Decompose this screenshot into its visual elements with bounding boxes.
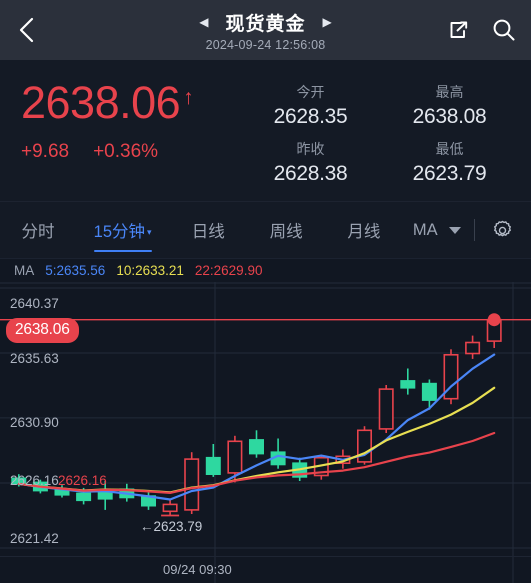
indicator-dropdown[interactable]: MA: [413, 221, 474, 240]
gear-icon: [494, 220, 512, 236]
app-header: ◀ 现货黄金 ▶ 2024-09-24 12:56:08: [0, 0, 531, 60]
gold-quote-screen: ◀ 现货黄金 ▶ 2024-09-24 12:56:08 2638.06 ↑ +…: [0, 0, 531, 583]
tab-15min-label: 15分钟: [93, 223, 145, 241]
candlestick-chart[interactable]: [0, 282, 531, 583]
tab-timeline[interactable]: 分时: [0, 202, 76, 258]
inline-price-marker: 2626.16: [58, 473, 107, 488]
tab-monthly[interactable]: 月线: [325, 202, 403, 258]
chevron-down-icon: ▾: [147, 226, 152, 237]
low-price-annotation: ←2623.79: [140, 519, 203, 534]
stat-value-high: 2638.08: [412, 105, 487, 128]
period-tabbar: 分时 15分钟 ▾ 日线 周线 月线 MA: [0, 201, 531, 258]
header-actions: [447, 0, 517, 60]
chevron-down-icon: [448, 226, 461, 234]
xaxis-divider: [0, 556, 531, 557]
stat-label-high: 最高: [435, 84, 464, 100]
stats-block: 今开 最高 2628.35 2638.08 昨收 最低 2628.38 2623…: [241, 82, 519, 195]
indicator-label: MA: [412, 220, 438, 239]
ma22-value: 22:2629.90: [194, 263, 263, 278]
back-button[interactable]: [16, 10, 50, 50]
chevron-left-icon: [19, 17, 34, 43]
tab-timeline-label: 分时: [21, 223, 55, 241]
ma-legend: MA 5:2635.56 10:2633.21 22:2629.90: [0, 258, 531, 282]
tab-monthly-label: 月线: [347, 223, 381, 241]
quote-panel: 2638.06 ↑ +9.68 +0.36% 今开 最高 2628.35 263…: [0, 60, 531, 201]
triangle-right-icon[interactable]: ▶: [323, 16, 332, 28]
price-block: 2638.06 ↑ +9.68 +0.36%: [21, 78, 194, 163]
ma10-value: 10:2633.21: [116, 263, 184, 278]
search-icon[interactable]: [491, 17, 517, 43]
change-percent: +0.36%: [93, 141, 159, 162]
tab-weekly[interactable]: 周线: [247, 202, 325, 258]
ma5-value: 5:2635.56: [45, 263, 106, 278]
tab-daily[interactable]: 日线: [169, 202, 247, 258]
active-tab-underline: [93, 249, 152, 252]
last-price-row: 2638.06 ↑: [21, 78, 194, 128]
stat-value-prev-close: 2628.38: [273, 162, 348, 185]
stats-grid: 今开 最高 2628.35 2638.08 昨收 最低 2628.38 2623…: [241, 82, 519, 195]
direction-caret-icon: ↑: [183, 86, 194, 109]
stat-label-open: 今开: [296, 84, 325, 100]
tab-daily-label: 日线: [191, 223, 225, 241]
triangle-left-icon[interactable]: ◀: [199, 16, 208, 28]
current-price-badge: 2638.06: [6, 318, 79, 343]
ma-legend-lead: MA: [14, 263, 35, 278]
change-row: +9.68 +0.36%: [21, 141, 194, 163]
symbol-switcher: ◀ 现货黄金 ▶: [199, 9, 331, 36]
stat-label-low: 最低: [435, 141, 464, 157]
tab-15min[interactable]: 15分钟 ▾: [76, 202, 169, 258]
page-title: 现货黄金: [225, 13, 306, 35]
stat-value-open: 2628.35: [273, 105, 348, 128]
last-price: 2638.06: [21, 77, 181, 128]
settings-button[interactable]: [475, 218, 531, 243]
change-absolute: +9.68: [21, 141, 70, 162]
tab-weekly-label: 周线: [269, 223, 303, 241]
chart-canvas[interactable]: [0, 282, 531, 583]
x-tick-label: 09/24 09:30: [163, 562, 232, 577]
quote-timestamp: 2024-09-24 12:56:08: [205, 37, 326, 52]
stat-value-low: 2623.79: [412, 162, 487, 185]
external-link-icon[interactable]: [447, 18, 471, 42]
stat-label-prev-close: 昨收: [296, 141, 325, 157]
